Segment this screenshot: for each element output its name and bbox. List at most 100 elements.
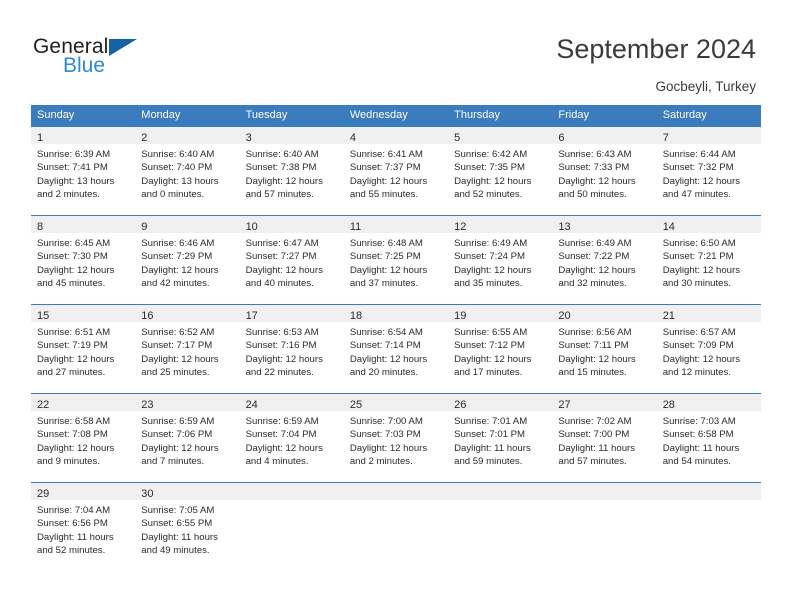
sunset-text: Sunset: 7:11 PM: [558, 340, 629, 352]
day-cell[interactable]: 21 Sunrise: 6:57 AM Sunset: 7:09 PM Dayl…: [656, 305, 761, 393]
week-row: 1 Sunrise: 6:39 AM Sunset: 7:41 PM Dayli…: [31, 126, 761, 215]
brand-name-blue: Blue: [63, 54, 106, 77]
day-cell[interactable]: 10 Sunrise: 6:47 AM Sunset: 7:27 PM Dayl…: [239, 216, 344, 304]
daylight-text-line1: Daylight: 12 hours: [245, 175, 323, 187]
day-number: 21: [662, 310, 675, 322]
day-details: Sunrise: 6:44 AM Sunset: 7:32 PM Dayligh…: [657, 144, 761, 202]
weekday-header-sunday: Sunday: [37, 109, 75, 121]
day-cell[interactable]: 30 Sunrise: 7:05 AM Sunset: 6:55 PM Dayl…: [135, 483, 240, 571]
day-number-strip: [656, 483, 761, 500]
day-number: 9: [141, 221, 148, 233]
sunset-text: Sunset: 7:14 PM: [349, 340, 421, 352]
day-number: 27: [558, 399, 571, 411]
day-number-strip: 9: [135, 216, 240, 233]
month-grid: Sunday Monday Tuesday Wednesday Thursday…: [31, 105, 761, 571]
daylight-text-line1: Daylight: 12 hours: [454, 264, 532, 276]
daylight-text-line2: and 54 minutes.: [662, 456, 731, 468]
sunset-text: Sunset: 7:25 PM: [349, 251, 421, 263]
day-cell[interactable]: 8 Sunrise: 6:45 AM Sunset: 7:30 PM Dayli…: [31, 216, 136, 304]
day-cell[interactable]: 7 Sunrise: 6:44 AM Sunset: 7:32 PM Dayli…: [656, 127, 761, 215]
sunrise-text: Sunrise: 6:41 AM: [349, 149, 423, 160]
daylight-text-line1: Daylight: 12 hours: [349, 442, 428, 454]
day-number-strip: 10: [239, 216, 344, 233]
day-cell[interactable]: 17 Sunrise: 6:53 AM Sunset: 7:16 PM Dayl…: [239, 305, 344, 393]
day-cell[interactable]: 16 Sunrise: 6:52 AM Sunset: 7:17 PM Dayl…: [135, 305, 240, 393]
day-details: Sunrise: 7:05 AM Sunset: 6:55 PM Dayligh…: [135, 500, 239, 558]
day-cell[interactable]: 1 Sunrise: 6:39 AM Sunset: 7:41 PM Dayli…: [31, 127, 136, 215]
day-number-strip: 26: [448, 394, 553, 411]
day-cell[interactable]: 12 Sunrise: 6:49 AM Sunset: 7:24 PM Dayl…: [448, 216, 553, 304]
day-number-strip: 15: [31, 305, 136, 322]
day-cell[interactable]: 3 Sunrise: 6:40 AM Sunset: 7:38 PM Dayli…: [239, 127, 344, 215]
daylight-text-line1: Daylight: 11 hours: [141, 531, 218, 543]
daylight-text-line1: Daylight: 12 hours: [37, 264, 115, 276]
day-cell[interactable]: 24 Sunrise: 6:59 AM Sunset: 7:04 PM Dayl…: [239, 394, 344, 482]
day-details: Sunrise: 7:00 AM Sunset: 7:03 PM Dayligh…: [344, 411, 448, 469]
location-subtitle: Gocbeyli, Turkey: [655, 79, 756, 94]
day-cell[interactable]: 25 Sunrise: 7:00 AM Sunset: 7:03 PM Dayl…: [343, 394, 449, 482]
day-details: Sunrise: 6:49 AM Sunset: 7:24 PM Dayligh…: [448, 233, 552, 291]
sunrise-text: Sunrise: 6:52 AM: [141, 327, 215, 338]
sunset-text: Sunset: 7:17 PM: [141, 340, 213, 352]
day-cell[interactable]: 23 Sunrise: 6:59 AM Sunset: 7:06 PM Dayl…: [135, 394, 240, 482]
day-details: Sunrise: 6:42 AM Sunset: 7:35 PM Dayligh…: [448, 144, 552, 202]
day-number-strip: 28: [656, 394, 761, 411]
day-number: 8: [37, 221, 44, 233]
day-number-strip: 25: [343, 394, 449, 411]
day-number: 6: [558, 132, 565, 144]
daylight-text-line1: Daylight: 13 hours: [141, 175, 219, 187]
day-cell[interactable]: 26 Sunrise: 7:01 AM Sunset: 7:01 PM Dayl…: [448, 394, 553, 482]
sunset-text: Sunset: 7:00 PM: [558, 429, 630, 441]
day-cell[interactable]: 6 Sunrise: 6:43 AM Sunset: 7:33 PM Dayli…: [552, 127, 657, 215]
daylight-text-line1: Daylight: 12 hours: [245, 264, 323, 276]
day-cell[interactable]: 27 Sunrise: 7:02 AM Sunset: 7:00 PM Dayl…: [552, 394, 657, 482]
week-row: 22 Sunrise: 6:58 AM Sunset: 7:08 PM Dayl…: [31, 393, 761, 482]
day-cell[interactable]: 29 Sunrise: 7:04 AM Sunset: 6:56 PM Dayl…: [31, 483, 136, 571]
daylight-text-line1: Daylight: 12 hours: [37, 442, 115, 454]
day-details: Sunrise: 6:50 AM Sunset: 7:21 PM Dayligh…: [657, 233, 761, 291]
daylight-text-line2: and 55 minutes.: [349, 189, 419, 201]
daylight-text-line1: Daylight: 11 hours: [662, 442, 740, 454]
day-number-strip: 7: [656, 127, 761, 144]
day-number-strip: [343, 483, 449, 500]
daylight-text-line2: and 57 minutes.: [558, 456, 627, 468]
day-cell[interactable]: 15 Sunrise: 6:51 AM Sunset: 7:19 PM Dayl…: [31, 305, 136, 393]
day-details: Sunrise: 6:54 AM Sunset: 7:14 PM Dayligh…: [344, 322, 448, 380]
day-number-strip: 5: [448, 127, 553, 144]
day-cell[interactable]: 13 Sunrise: 6:49 AM Sunset: 7:22 PM Dayl…: [552, 216, 657, 304]
weekday-header-monday: Monday: [141, 109, 181, 121]
day-number: 17: [245, 310, 258, 322]
day-cell[interactable]: 22 Sunrise: 6:58 AM Sunset: 7:08 PM Dayl…: [31, 394, 136, 482]
daylight-text-line1: Daylight: 12 hours: [141, 353, 219, 365]
day-details: Sunrise: 7:01 AM Sunset: 7:01 PM Dayligh…: [448, 411, 552, 469]
week-row: 15 Sunrise: 6:51 AM Sunset: 7:19 PM Dayl…: [31, 304, 761, 393]
day-number-strip: 20: [552, 305, 657, 322]
day-number-strip: 22: [31, 394, 136, 411]
daylight-text-line2: and 12 minutes.: [662, 367, 731, 379]
day-cell[interactable]: 19 Sunrise: 6:55 AM Sunset: 7:12 PM Dayl…: [448, 305, 553, 393]
sunset-text: Sunset: 7:21 PM: [662, 251, 734, 263]
day-details: Sunrise: 6:59 AM Sunset: 7:06 PM Dayligh…: [135, 411, 239, 469]
weekday-header-wednesday: Wednesday: [349, 109, 408, 121]
day-cell[interactable]: 5 Sunrise: 6:42 AM Sunset: 7:35 PM Dayli…: [448, 127, 553, 215]
daylight-text-line1: Daylight: 12 hours: [349, 175, 428, 187]
day-cell[interactable]: 9 Sunrise: 6:46 AM Sunset: 7:29 PM Dayli…: [135, 216, 240, 304]
sunrise-text: Sunrise: 6:55 AM: [454, 327, 528, 338]
daylight-text-line1: Daylight: 13 hours: [37, 175, 115, 187]
day-cell[interactable]: 28 Sunrise: 7:03 AM Sunset: 6:58 PM Dayl…: [656, 394, 761, 482]
daylight-text-line1: Daylight: 12 hours: [558, 353, 636, 365]
sunrise-text: Sunrise: 6:59 AM: [141, 416, 215, 427]
day-cell[interactable]: 11 Sunrise: 6:48 AM Sunset: 7:25 PM Dayl…: [343, 216, 449, 304]
day-cell[interactable]: 18 Sunrise: 6:54 AM Sunset: 7:14 PM Dayl…: [343, 305, 449, 393]
day-cell[interactable]: 2 Sunrise: 6:40 AM Sunset: 7:40 PM Dayli…: [135, 127, 240, 215]
brand-logo[interactable]: General Blue: [33, 36, 163, 86]
day-number: 25: [349, 399, 363, 411]
sunset-text: Sunset: 7:33 PM: [558, 162, 630, 174]
day-number-strip: 8: [31, 216, 136, 233]
sunrise-text: Sunrise: 6:58 AM: [37, 416, 111, 427]
day-cell[interactable]: 20 Sunrise: 6:56 AM Sunset: 7:11 PM Dayl…: [552, 305, 657, 393]
day-details: Sunrise: 6:40 AM Sunset: 7:40 PM Dayligh…: [135, 144, 239, 202]
day-cell[interactable]: 4 Sunrise: 6:41 AM Sunset: 7:37 PM Dayli…: [343, 127, 449, 215]
page-header: General Blue September 2024 Gocbeyli, Tu…: [0, 0, 792, 100]
day-cell[interactable]: 14 Sunrise: 6:50 AM Sunset: 7:21 PM Dayl…: [656, 216, 761, 304]
